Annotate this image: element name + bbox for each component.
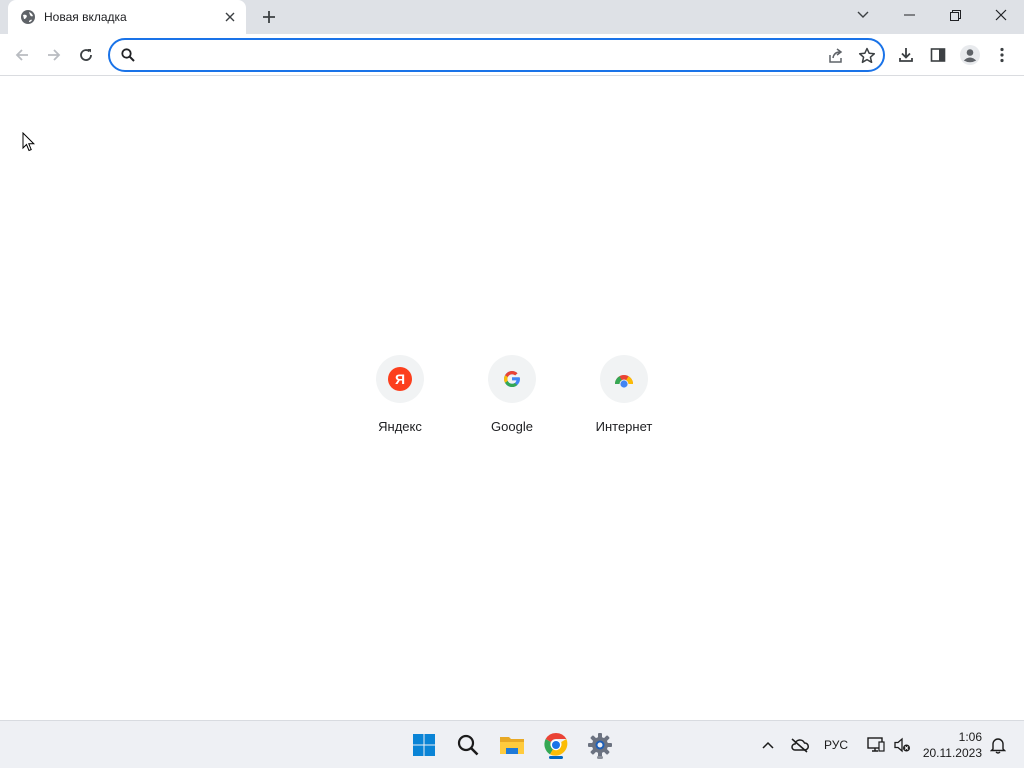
minimize-button[interactable] — [886, 0, 932, 30]
gear-icon — [588, 733, 612, 757]
shortcut-label: Google — [491, 419, 533, 434]
folder-icon — [500, 737, 524, 754]
minimize-icon — [903, 14, 915, 16]
windows-logo-icon — [413, 734, 435, 756]
tab-strip: Новая вкладка — [0, 0, 1024, 34]
downloads-button[interactable] — [894, 43, 918, 67]
show-hidden-icons-button[interactable] — [756, 733, 780, 757]
share-icon[interactable] — [826, 46, 846, 66]
chrome-icon — [544, 733, 568, 756]
settings-taskbar-button[interactable] — [584, 729, 616, 761]
notifications-button[interactable] — [986, 733, 1010, 757]
bell-icon — [990, 738, 1006, 754]
network-button[interactable] — [864, 733, 888, 757]
clock-time: 1:06 — [958, 730, 982, 744]
download-icon — [899, 48, 913, 62]
yandex-icon: Я — [388, 367, 412, 391]
globe-icon — [21, 10, 35, 24]
menu-button[interactable] — [990, 43, 1014, 67]
new-tab-page: Я Яндекс Google Интернет — [0, 77, 1024, 720]
taskbar: РУС 1:06 20.11.2023 — [0, 720, 1024, 768]
new-tab-button[interactable] — [258, 6, 280, 28]
search-icon — [457, 734, 479, 756]
shortcut-label: Яндекс — [378, 419, 422, 434]
back-button[interactable] — [10, 43, 34, 67]
google-icon — [504, 371, 520, 388]
network-icon — [867, 737, 885, 752]
close-icon — [995, 9, 1007, 21]
running-app-indicator — [597, 756, 603, 759]
input-language-indicator[interactable]: РУС — [824, 738, 848, 752]
arrow-left-icon — [15, 49, 28, 61]
taskbar-search-button[interactable] — [452, 729, 484, 761]
tab-search-button[interactable] — [840, 0, 886, 30]
address-bar[interactable] — [108, 38, 885, 72]
close-window-button[interactable] — [978, 0, 1024, 30]
onedrive-button[interactable] — [788, 733, 812, 757]
profile-button[interactable] — [958, 43, 982, 67]
shortcut-icon-circle: Я — [376, 355, 424, 403]
svg-text:Я: Я — [395, 371, 405, 387]
chevron-down-icon — [857, 11, 869, 18]
forward-button[interactable] — [42, 43, 66, 67]
shortcut-tile[interactable]: Интернет — [574, 347, 674, 443]
tab-title: Новая вкладка — [44, 10, 127, 24]
search-icon — [121, 48, 135, 62]
arrow-right-icon — [48, 49, 61, 61]
browser-toolbar — [0, 34, 1024, 76]
restore-button[interactable] — [932, 0, 978, 30]
shortcut-tile[interactable]: Google — [462, 347, 562, 443]
screen: Новая вкладка Я Яндекс Google Интернет Р… — [0, 0, 1024, 768]
chevron-up-icon — [762, 741, 774, 749]
close-icon — [225, 12, 235, 22]
close-tab-button[interactable] — [220, 7, 240, 27]
internet-icon — [615, 375, 633, 388]
cloud-off-icon — [791, 738, 809, 753]
clock[interactable]: 1:06 20.11.2023 — [918, 729, 982, 761]
restore-icon — [949, 9, 961, 21]
start-button[interactable] — [408, 729, 440, 761]
bookmark-star-icon[interactable] — [857, 46, 877, 66]
plus-icon — [263, 11, 275, 23]
address-input[interactable] — [144, 44, 794, 66]
side-panel-button[interactable] — [926, 43, 950, 67]
reload-icon — [80, 49, 92, 61]
active-app-indicator — [549, 756, 563, 759]
more-vert-icon — [1000, 47, 1004, 63]
reload-button[interactable] — [74, 43, 98, 67]
shortcut-label: Интернет — [595, 419, 653, 434]
mouse-cursor-icon — [22, 132, 36, 152]
clock-date: 20.11.2023 — [922, 746, 982, 760]
volume-button[interactable] — [890, 733, 914, 757]
chrome-taskbar-button[interactable] — [540, 729, 572, 761]
side-panel-icon — [930, 48, 946, 62]
tab-new-tab[interactable]: Новая вкладка — [8, 0, 246, 34]
volume-muted-icon — [894, 737, 910, 753]
file-explorer-button[interactable] — [496, 729, 528, 761]
avatar-icon — [960, 45, 980, 65]
shortcut-icon-circle — [488, 355, 536, 403]
shortcut-tile[interactable]: Я Яндекс — [350, 347, 450, 443]
shortcut-icon-circle — [600, 355, 648, 403]
